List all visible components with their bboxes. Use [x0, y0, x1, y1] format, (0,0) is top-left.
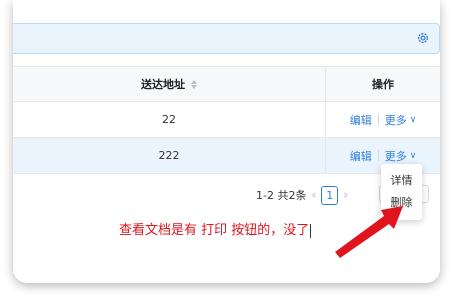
address-cell: 22 — [162, 113, 176, 126]
action-divider — [377, 150, 379, 161]
actions-cell: 编辑 更多 ∨ — [325, 102, 440, 137]
pagination: 1-2 共2条 ‹ 1 › — [256, 185, 353, 205]
chevron-down-icon[interactable]: ∨ — [410, 151, 417, 161]
menu-item-delete[interactable]: 删除 — [381, 191, 422, 213]
column-header-address[interactable]: 送达地址 — [13, 67, 325, 101]
edit-link[interactable]: 编辑 — [350, 148, 372, 164]
edit-link[interactable]: 编辑 — [350, 112, 372, 128]
pagination-summary: 1-2 共2条 — [256, 189, 307, 202]
more-dropdown-menu: 详情 删除 — [381, 164, 422, 220]
prev-page-icon[interactable]: ‹ — [311, 188, 316, 202]
chevron-down-icon[interactable]: ∨ — [410, 115, 417, 125]
table-row: 222 编辑 更多 ∨ — [13, 138, 440, 174]
table-header: 送达地址 操作 — [13, 67, 440, 102]
toolbar — [13, 23, 440, 54]
page-number[interactable]: 1 — [321, 185, 339, 205]
table-row: 22 编辑 更多 ∨ — [13, 102, 440, 138]
action-divider — [377, 114, 379, 125]
menu-item-details[interactable]: 详情 — [381, 169, 422, 191]
annotation-text: 查看文档是有 打印 按钮的，没了 — [119, 219, 312, 238]
app-window: 送达地址 操作 22 编辑 更多 ∨ 222 编辑 更多 ∨ 1-2 共2条 ‹… — [13, 0, 440, 283]
next-page-icon[interactable]: › — [343, 188, 348, 202]
more-link[interactable]: 更多 — [385, 112, 407, 128]
more-link[interactable]: 更多 — [385, 148, 407, 164]
gear-icon[interactable] — [416, 31, 430, 45]
text-cursor — [310, 223, 312, 238]
column-header-actions: 操作 — [325, 67, 440, 101]
annotation-label: 查看文档是有 打印 按钮的，没了 — [119, 223, 310, 238]
column-header-address-label: 送达地址 — [141, 78, 185, 91]
sort-icon[interactable] — [191, 79, 197, 89]
address-cell: 222 — [158, 149, 180, 162]
data-table: 送达地址 操作 22 编辑 更多 ∨ 222 编辑 更多 ∨ — [13, 66, 440, 174]
